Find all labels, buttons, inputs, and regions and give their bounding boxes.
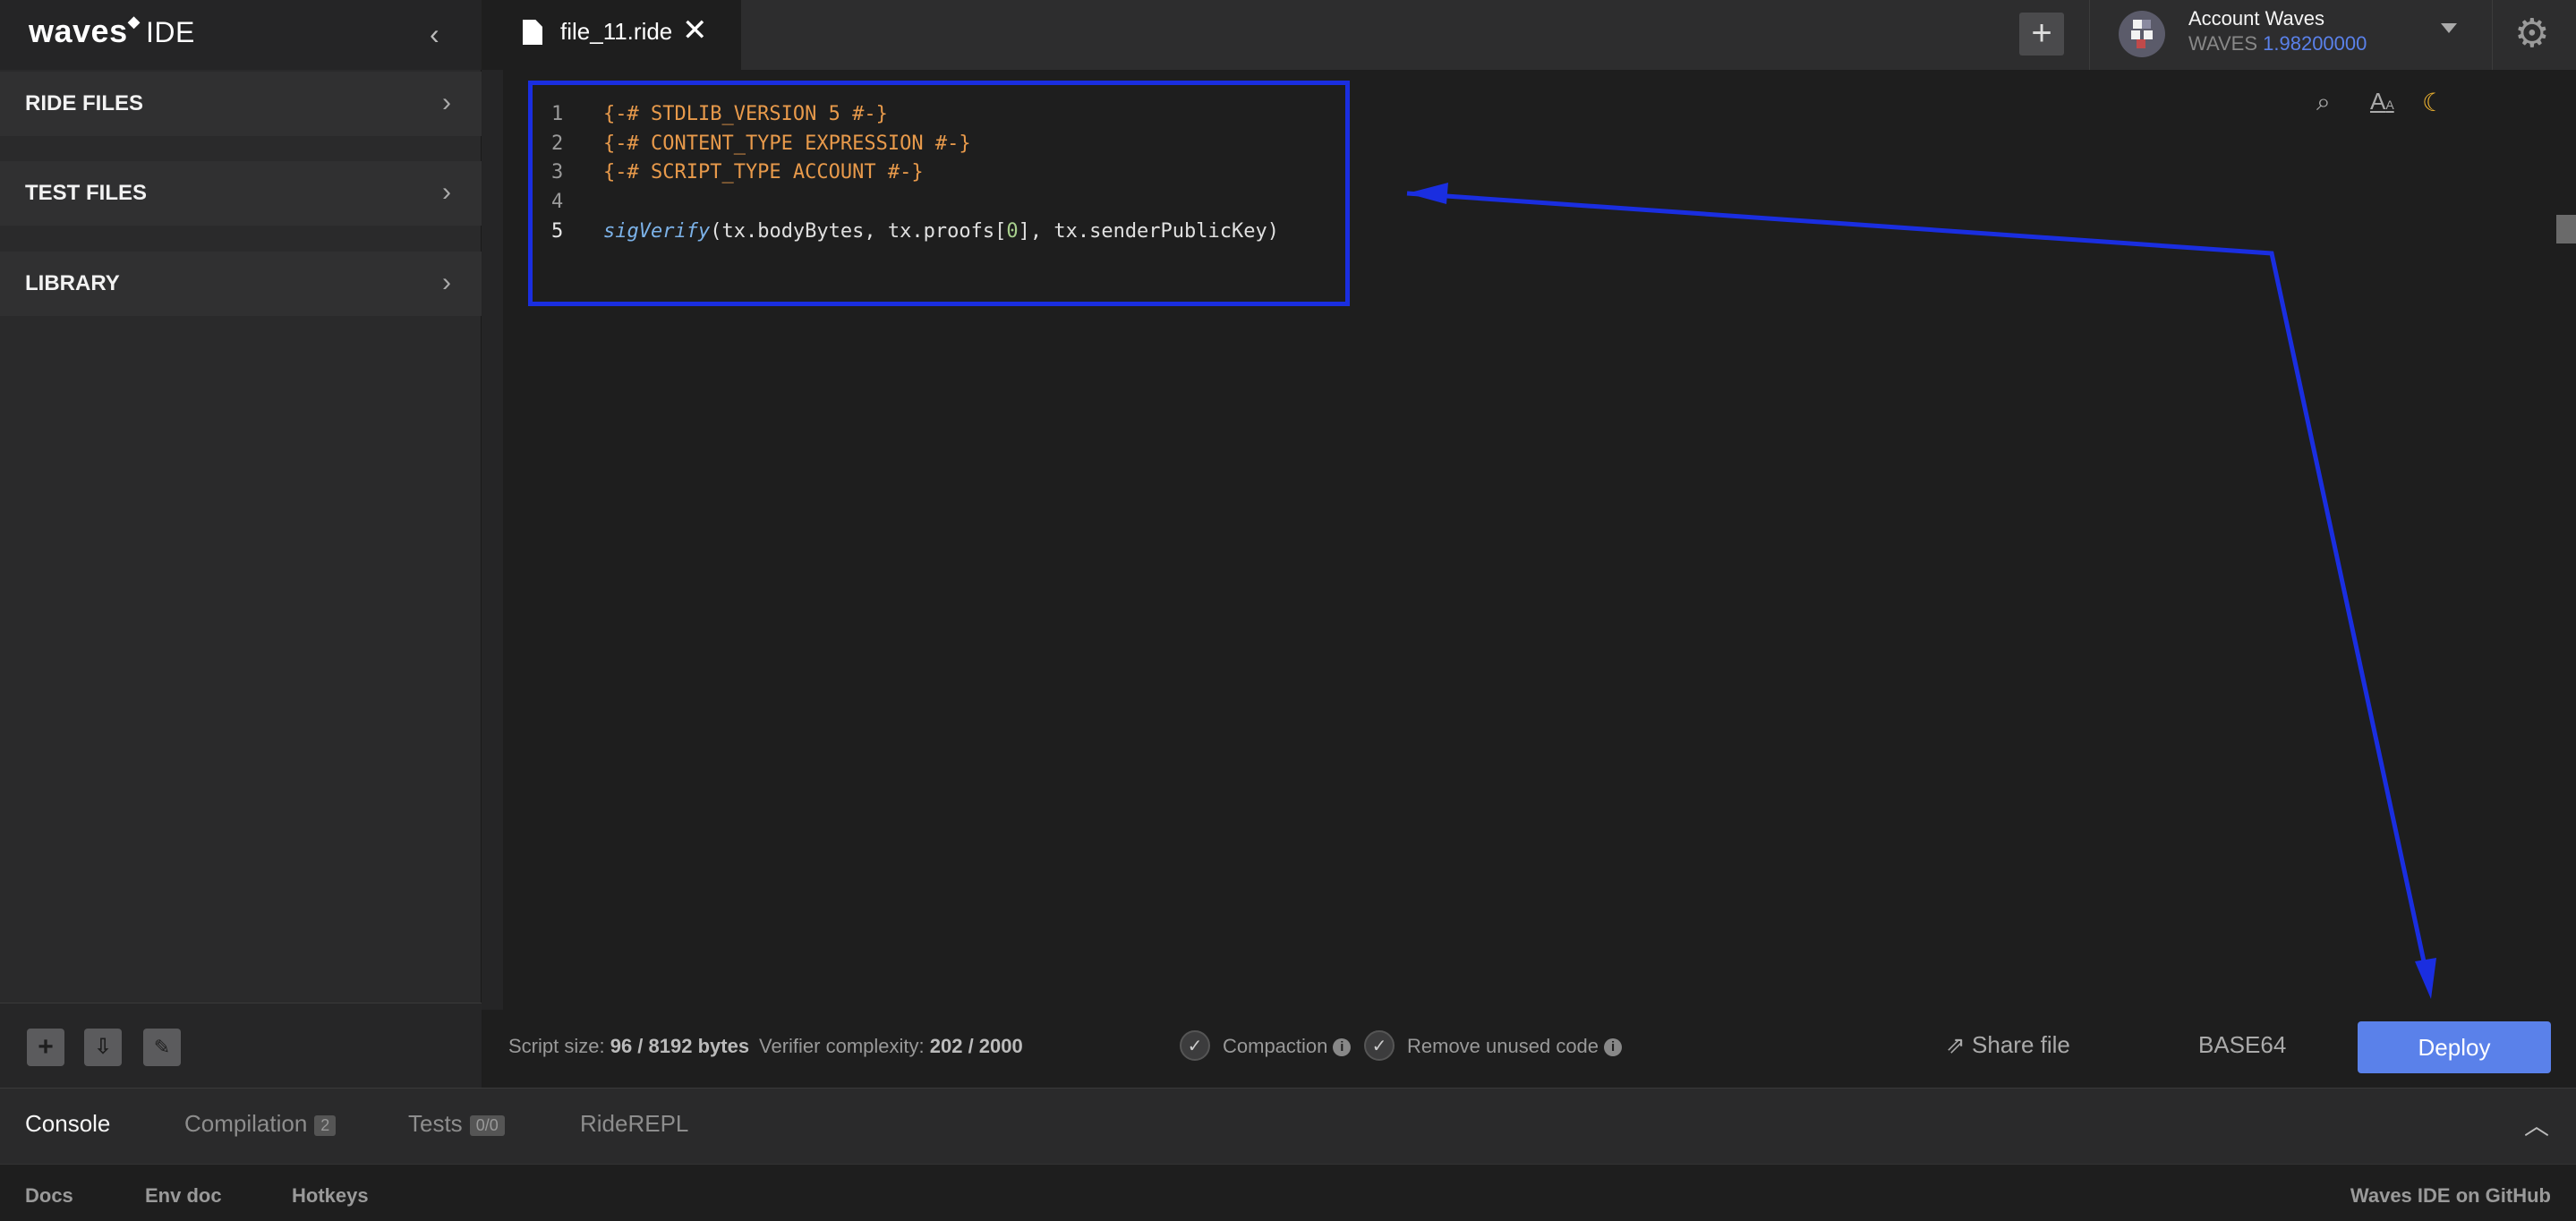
env-doc-link[interactable]: Env doc [145,1184,222,1208]
compaction-label: Compaction i [1223,1035,1352,1058]
tab-console[interactable]: Console [25,1110,110,1138]
info-icon[interactable]: i [1333,1038,1352,1057]
github-link[interactable]: Waves IDE on GitHub [2350,1184,2551,1208]
console-panel: Console Compilation 2 Tests 0/0 RideREPL ︿ [0,1088,2576,1164]
chevron-up-icon[interactable]: ︿ [2524,1106,2549,1142]
tab-tests[interactable]: Tests 0/0 [408,1110,505,1138]
remove-unused-checkbox[interactable]: ✓ [1364,1030,1395,1061]
docs-link[interactable]: Docs [25,1184,73,1208]
share-icon: ⇗ [1946,1031,1966,1058]
footer: Docs Env doc Hotkeys Waves IDE on GitHub [0,1164,2576,1221]
info-icon[interactable]: i [1604,1038,1623,1057]
verifier-complexity: Verifier complexity: 202 / 2000 [759,1035,1023,1057]
script-size: Script size: 96 / 8192 bytes [508,1035,750,1057]
compaction-checkbox[interactable]: ✓ [1180,1030,1210,1061]
deploy-button[interactable]: Deploy [2358,1021,2551,1073]
base64-button[interactable]: BASE64 [2198,1031,2286,1059]
hotkeys-link[interactable]: Hotkeys [292,1184,369,1208]
share-file-button[interactable]: ⇗ Share file [1946,1031,2070,1059]
tab-riderepl[interactable]: RideREPL [580,1110,688,1138]
remove-unused-label: Remove unused code i [1407,1035,1623,1058]
tab-compilation[interactable]: Compilation 2 [184,1110,337,1138]
